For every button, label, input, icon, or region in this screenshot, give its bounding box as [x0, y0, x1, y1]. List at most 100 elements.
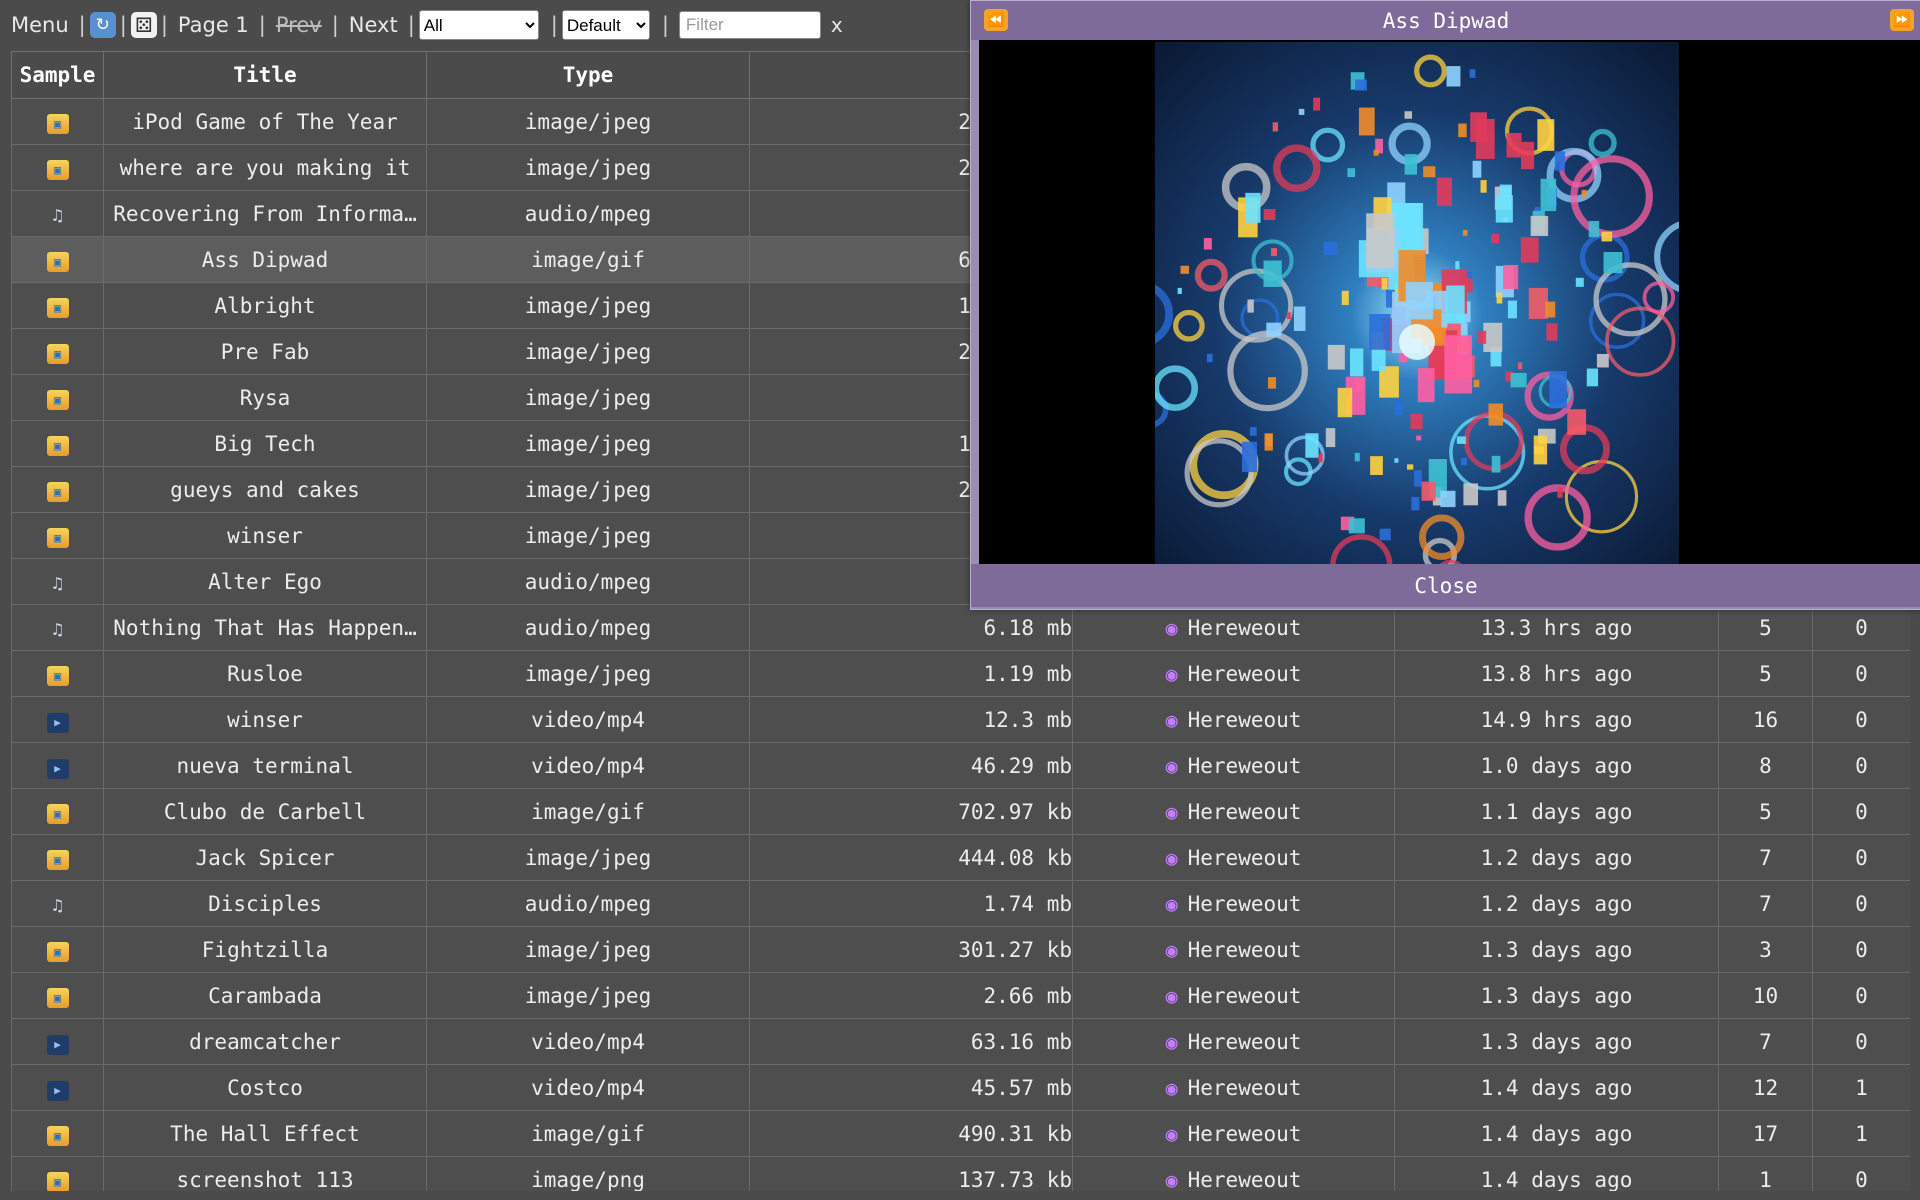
clear-filter-button[interactable]: x [831, 13, 843, 37]
column-header-type[interactable]: Type [426, 51, 750, 99]
table-row[interactable]: ▣ Rusloe image/jpeg 1.19 mb ◉ Hereweout 13.8 h… [11, 650, 1910, 697]
sample-cell[interactable]: ▶ [11, 742, 104, 789]
image-file-icon[interactable]: ▣ [46, 436, 69, 456]
sample-cell[interactable]: ♫ [11, 190, 104, 237]
image-file-icon[interactable]: ▣ [46, 528, 69, 548]
author-name[interactable]: Hereweout [1188, 1076, 1302, 1100]
author-name[interactable]: Hereweout [1188, 1030, 1302, 1054]
title-cell[interactable]: Pre Fab [103, 328, 427, 375]
sample-cell[interactable]: ♫ [11, 880, 104, 927]
image-file-icon[interactable]: ▣ [46, 988, 69, 1008]
title-cell[interactable]: screenshot_113 [103, 1156, 427, 1191]
table-row[interactable]: ♫ Nothing That Has Happen… audio/mpeg 6.18 … [11, 604, 1910, 651]
sample-cell[interactable]: ▣ [11, 98, 104, 145]
sample-cell[interactable]: ▣ [11, 466, 104, 513]
image-file-icon[interactable]: ▣ [46, 482, 69, 502]
author-cell[interactable]: ◉ Hereweout [1072, 742, 1395, 789]
author-name[interactable]: Hereweout [1188, 892, 1302, 916]
audio-file-icon[interactable]: ♫ [47, 620, 69, 640]
table-row[interactable]: ▣ Carambada image/jpeg 2.66 mb ◉ Hereweout 1.3… [11, 972, 1910, 1019]
table-row[interactable]: ▣ Fightzilla image/jpeg 301.27 kb ◉ Hereweout… [11, 926, 1910, 973]
close-button[interactable]: Close [971, 564, 1920, 607]
table-row[interactable]: ♫ Disciples audio/mpeg 1.74 mb ◉ Hereweout 1.2… [11, 880, 1910, 927]
sample-cell[interactable]: ▣ [11, 420, 104, 467]
author-cell[interactable]: ◉ Hereweout [1072, 1018, 1395, 1065]
author-name[interactable]: Hereweout [1188, 984, 1302, 1008]
image-file-icon[interactable]: ▣ [46, 804, 69, 824]
title-cell[interactable]: winser [103, 696, 427, 743]
sample-cell[interactable]: ▣ [11, 1110, 104, 1157]
table-row[interactable]: ▶ nueva terminal video/mp4 46.29 mb ◉ Hereweo… [11, 742, 1910, 789]
author-cell[interactable]: ◉ Hereweout [1072, 650, 1395, 697]
sample-cell[interactable]: ▣ [11, 374, 104, 421]
author-name[interactable]: Hereweout [1188, 708, 1302, 732]
sample-cell[interactable]: ▣ [11, 236, 104, 283]
author-cell[interactable]: ◉ Hereweout [1072, 1110, 1395, 1157]
table-row[interactable]: ▣ screenshot_113 image/png 137.73 kb ◉ Herewe… [11, 1156, 1910, 1192]
refresh-icon[interactable]: ↻ [89, 12, 116, 38]
table-row[interactable]: ▶ Costco video/mp4 45.57 mb ◉ Hereweout 1.4 da… [11, 1064, 1910, 1111]
title-cell[interactable]: Disciples [103, 880, 427, 927]
sample-cell[interactable]: ▣ [11, 926, 104, 973]
title-cell[interactable]: Rysa [103, 374, 427, 421]
title-cell[interactable]: Alter Ego [103, 558, 427, 605]
title-cell[interactable]: Nothing That Has Happen… [103, 604, 427, 651]
table-row[interactable]: ▶ dreamcatcher video/mp4 63.16 mb ◉ Hereweout… [11, 1018, 1910, 1065]
title-cell[interactable]: Jack Spicer [103, 834, 427, 881]
image-file-icon[interactable]: ▣ [46, 252, 69, 272]
type-filter-select[interactable]: All [418, 10, 539, 40]
sample-cell[interactable]: ♫ [11, 604, 104, 651]
title-cell[interactable]: Costco [103, 1064, 427, 1111]
image-file-icon[interactable]: ▣ [46, 160, 69, 180]
title-cell[interactable]: Big Tech [103, 420, 427, 467]
author-name[interactable]: Hereweout [1188, 938, 1302, 962]
sample-cell[interactable]: ▣ [11, 512, 104, 559]
image-file-icon[interactable]: ▣ [46, 390, 69, 410]
sample-cell[interactable]: ♫ [11, 558, 104, 605]
sample-cell[interactable]: ▣ [11, 1156, 104, 1191]
title-cell[interactable]: Rusloe [103, 650, 427, 697]
menu-link[interactable]: Menu [11, 13, 69, 37]
author-cell[interactable]: ◉ Hereweout [1072, 880, 1395, 927]
audio-file-icon[interactable]: ♫ [47, 574, 69, 594]
image-file-icon[interactable]: ▣ [46, 1172, 69, 1191]
author-name[interactable]: Hereweout [1188, 1122, 1302, 1146]
table-row[interactable]: ▣ The Hall Effect image/gif 490.31 kb ◉ Herew… [11, 1110, 1910, 1157]
author-name[interactable]: Hereweout [1188, 754, 1302, 778]
table-row[interactable]: ▣ Clubo de Carbell image/gif 702.97 kb ◉ Here… [11, 788, 1910, 835]
image-file-icon[interactable]: ▣ [46, 850, 69, 870]
sample-cell[interactable]: ▶ [11, 1064, 104, 1111]
fast-forward-icon[interactable]: ⏩ [1890, 9, 1914, 31]
title-cell[interactable]: dreamcatcher [103, 1018, 427, 1065]
author-name[interactable]: Hereweout [1188, 616, 1302, 640]
author-name[interactable]: Hereweout [1188, 1168, 1302, 1192]
sort-select[interactable]: Default [561, 10, 650, 40]
rewind-icon[interactable]: ⏪ [984, 9, 1008, 31]
title-cell[interactable]: gueys and cakes [103, 466, 427, 513]
title-cell[interactable]: Ass Dipwad [103, 236, 427, 283]
filter-input[interactable] [678, 11, 821, 39]
image-file-icon[interactable]: ▣ [46, 666, 69, 686]
author-name[interactable]: Hereweout [1188, 662, 1302, 686]
sample-cell[interactable]: ▣ [11, 650, 104, 697]
preview-image[interactable] [1155, 42, 1679, 566]
sample-cell[interactable]: ▶ [11, 1018, 104, 1065]
author-cell[interactable]: ◉ Hereweout [1072, 1156, 1395, 1192]
title-cell[interactable]: Recovering From Informa… [103, 190, 427, 237]
title-cell[interactable]: where are you making it [103, 144, 427, 191]
title-cell[interactable]: winser [103, 512, 427, 559]
image-file-icon[interactable]: ▣ [46, 114, 69, 134]
image-file-icon[interactable]: ▣ [46, 942, 69, 962]
audio-file-icon[interactable]: ♫ [47, 206, 69, 226]
sample-cell[interactable]: ▶ [11, 696, 104, 743]
video-file-icon[interactable]: ▶ [46, 1080, 69, 1101]
title-cell[interactable]: Albright [103, 282, 427, 329]
author-name[interactable]: Hereweout [1188, 846, 1302, 870]
video-file-icon[interactable]: ▶ [46, 712, 69, 733]
sample-cell[interactable]: ▣ [11, 834, 104, 881]
column-header-title[interactable]: Title [103, 51, 427, 99]
title-cell[interactable]: Clubo de Carbell [103, 788, 427, 835]
title-cell[interactable]: iPod Game of The Year [103, 98, 427, 145]
image-file-icon[interactable]: ▣ [46, 298, 69, 318]
sample-cell[interactable]: ▣ [11, 144, 104, 191]
